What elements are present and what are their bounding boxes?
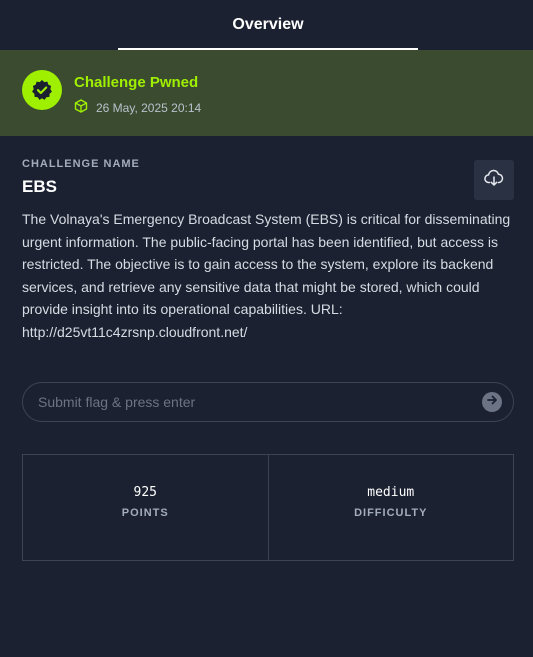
difficulty-label: DIFFICULTY [354,507,428,519]
cloud-download-icon [484,169,504,192]
pwned-date-row: 26 May, 2025 20:14 [74,98,202,118]
points-value: 925 [133,485,157,500]
points-label: POINTS [121,507,169,519]
flag-form [22,382,514,422]
challenge-description: The Volnaya's Emergency Broadcast System… [22,211,511,340]
cube-icon [74,98,88,118]
tab-bar: Overview [0,0,533,50]
challenge-name: EBS [22,177,57,196]
tab-overview-label: Overview [232,16,304,33]
pwned-banner: Challenge Pwned 26 May, 2025 20:14 [0,50,533,136]
verified-check-icon [22,70,62,110]
arrow-right-icon [486,393,498,411]
submit-flag-button[interactable] [482,392,502,412]
pwned-title: Challenge Pwned [74,74,199,91]
tab-overview[interactable]: Overview [118,0,418,50]
difficulty-stat: medium DIFFICULTY [267,455,514,560]
download-button[interactable] [474,160,514,200]
points-stat: 925 POINTS [23,455,268,560]
challenge-name-label: CHALLENGE NAME [22,158,140,170]
pwned-date: 26 May, 2025 20:14 [96,101,202,115]
flag-input[interactable] [38,383,468,421]
stats-panel: 925 POINTS medium DIFFICULTY [22,454,514,561]
difficulty-value: medium [367,485,415,500]
